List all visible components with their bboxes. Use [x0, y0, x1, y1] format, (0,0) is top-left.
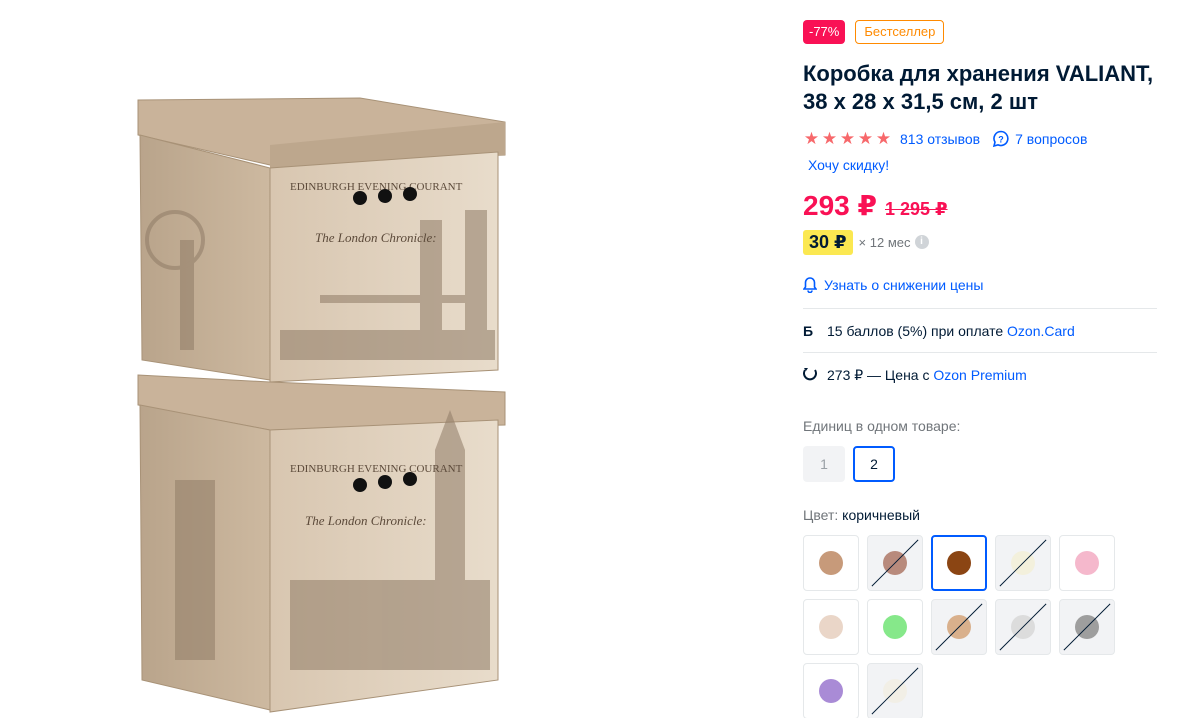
star-icon: ★ — [821, 129, 838, 148]
ozon-card-link[interactable]: Ozon.Card — [1007, 323, 1075, 339]
product-image[interactable]: EDINBURGH EVENING COURANT The London Chr… — [120, 80, 520, 718]
color-swatch[interactable] — [995, 535, 1051, 591]
ozon-card-icon: Б — [803, 323, 814, 339]
color-swatch[interactable] — [867, 663, 923, 718]
color-swatch[interactable] — [931, 535, 987, 591]
unavailable-slash-icon — [999, 539, 1047, 587]
star-icon: ★ — [875, 129, 892, 148]
installment-amount: 30 ₽ — [803, 229, 853, 255]
divider — [803, 352, 1157, 353]
unit-options: 1 2 — [803, 446, 1163, 482]
installment-term: × 12 мес — [858, 234, 911, 250]
box-top-text2: The London Chronicle: — [315, 230, 437, 245]
color-swatch[interactable] — [931, 599, 987, 655]
ozon-premium-link[interactable]: Ozon Premium — [933, 367, 1026, 383]
unit-option-2[interactable]: 2 — [853, 446, 895, 482]
color-swatches — [803, 535, 1123, 718]
price-drop-notify[interactable]: Узнать о снижении цены — [803, 275, 1163, 295]
price-row: 293 ₽ 1 295 ₽ — [803, 189, 1163, 221]
old-price: 1 295 ₽ — [884, 199, 948, 219]
color-dot — [819, 551, 843, 575]
color-label-title: Цвет: — [803, 507, 839, 523]
unavailable-slash-icon — [999, 603, 1047, 651]
star-icon: ★ — [839, 129, 856, 148]
installment-row[interactable]: 30 ₽ × 12 мес i — [803, 229, 1163, 255]
color-swatch[interactable] — [803, 599, 859, 655]
unavailable-slash-icon — [871, 667, 919, 715]
box-top-text1: EDINBURGH EVENING COURANT — [290, 181, 463, 193]
box-bottom-text2: The London Chronicle: — [305, 513, 427, 528]
color-value: коричневый — [842, 507, 920, 523]
rating-stars[interactable]: ★ ★ ★ ★ ★ — [803, 130, 892, 148]
questions-link[interactable]: ? 7 вопросов — [992, 130, 1087, 148]
product-title: Коробка для хранения VALIANT, 38 x 28 x … — [803, 61, 1154, 114]
units-label: Единиц в одном товаре: — [803, 418, 961, 434]
current-price: 293 ₽ — [803, 190, 877, 221]
hole-icon — [353, 478, 367, 492]
star-icon: ★ — [803, 129, 820, 148]
color-swatch[interactable] — [867, 599, 923, 655]
unavailable-slash-icon — [935, 603, 983, 651]
color-dot — [819, 679, 843, 703]
rating-row: ★ ★ ★ ★ ★ 813 отзывов ? 7 вопросов — [803, 129, 1163, 149]
want-discount-link[interactable]: Хочу скидку! — [808, 157, 1163, 175]
premium-text: 273 ₽ — Цена с — [827, 366, 930, 383]
unit-option-1[interactable]: 1 — [803, 446, 845, 482]
bestseller-badge: Бестселлер — [855, 20, 945, 44]
color-swatch[interactable] — [1059, 599, 1115, 655]
divider — [803, 308, 1157, 309]
color-dot — [883, 615, 907, 639]
discount-badge: -77% — [803, 20, 846, 44]
color-swatch[interactable] — [867, 535, 923, 591]
color-dot — [947, 551, 971, 575]
color-label: Цвет: коричневый — [803, 507, 1163, 525]
product-gallery: EDINBURGH EVENING COURANT The London Chr… — [0, 0, 760, 718]
notify-label: Узнать о снижении цены — [824, 277, 984, 293]
hole-icon — [403, 472, 417, 486]
color-swatch[interactable] — [803, 663, 859, 718]
hole-icon — [378, 475, 392, 489]
color-swatch[interactable] — [1059, 535, 1115, 591]
question-bubble-icon: ? — [993, 130, 1009, 148]
hole-icon — [353, 191, 367, 205]
premium-icon — [803, 367, 827, 384]
color-swatch[interactable] — [803, 535, 859, 591]
reviews-link[interactable]: 813 отзывов — [900, 131, 980, 147]
svg-text:?: ? — [998, 135, 1004, 145]
hole-icon — [378, 189, 392, 203]
info-icon[interactable]: i — [914, 235, 929, 249]
product-info: -77% Бестселлер Коробка для хранения VAL… — [803, 20, 1163, 718]
unavailable-slash-icon — [1063, 603, 1111, 651]
color-swatch[interactable] — [995, 599, 1051, 655]
bonus-text: 15 баллов (5%) при оплате — [827, 323, 1004, 339]
box-bottom-text1: EDINBURGH EVENING COURANT — [290, 463, 463, 475]
star-icon: ★ — [857, 129, 874, 148]
badges: -77% Бестселлер — [803, 20, 1163, 44]
unavailable-slash-icon — [871, 539, 919, 587]
color-dot — [819, 615, 843, 639]
bonus-row: Б 15 баллов (5%) при оплате Ozon.Card — [803, 322, 1163, 340]
questions-label: 7 вопросов — [1015, 131, 1088, 147]
hole-icon — [403, 187, 417, 201]
premium-row: 273 ₽ — Цена с Ozon Premium — [803, 366, 1163, 384]
color-dot — [1075, 551, 1099, 575]
bell-icon — [803, 277, 817, 293]
